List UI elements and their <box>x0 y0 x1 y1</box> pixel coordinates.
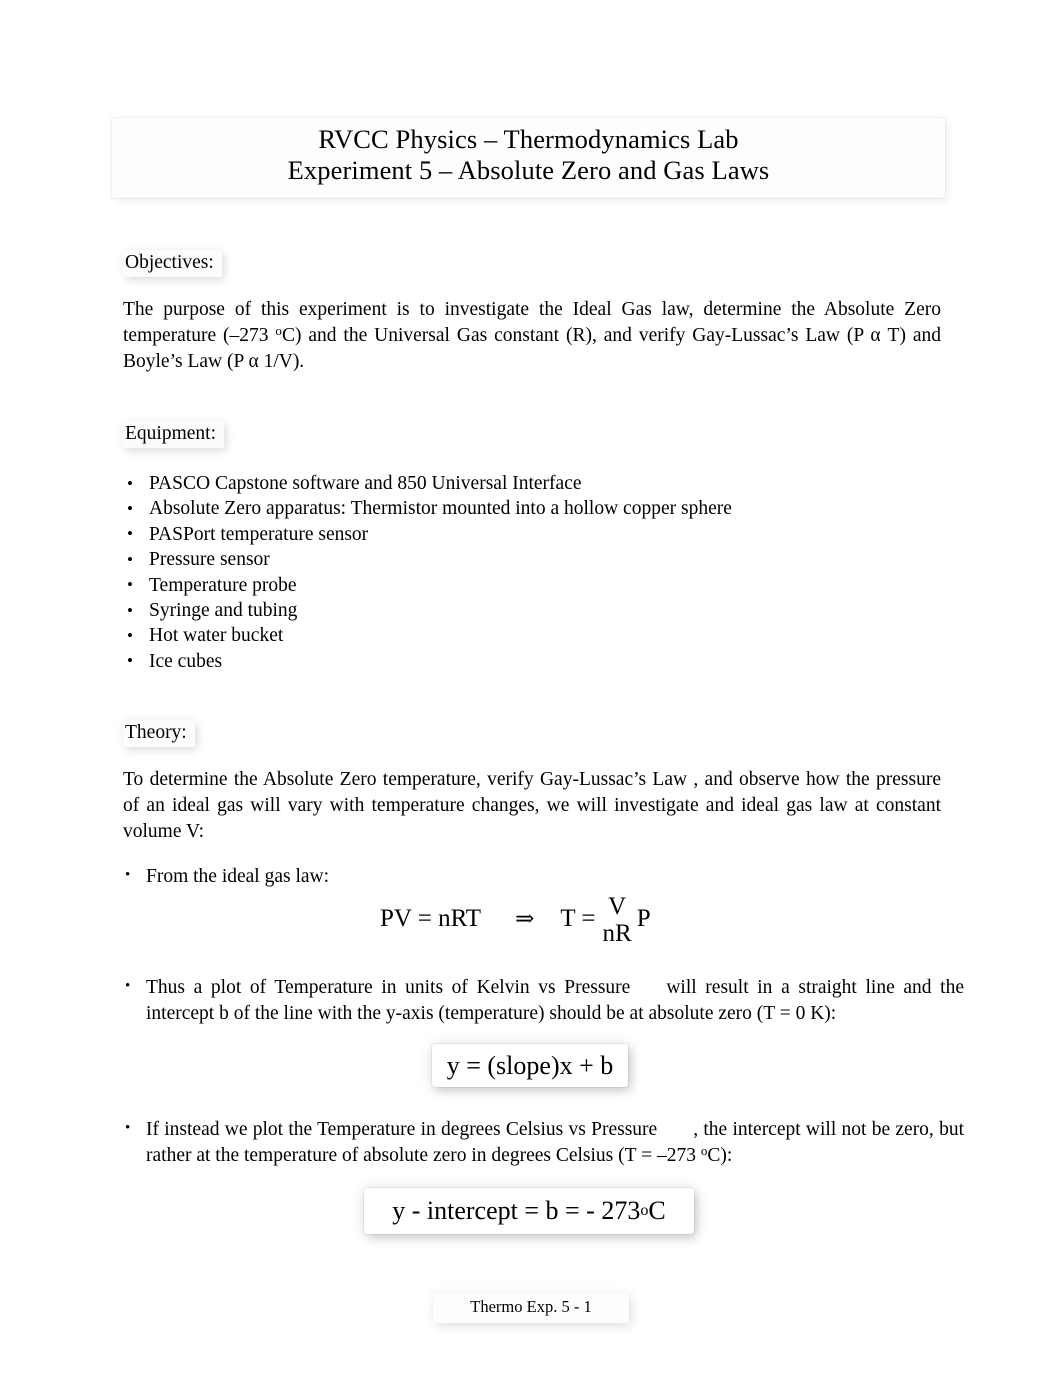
list-item: Absolute Zero apparatus: Thermistor moun… <box>126 496 926 522</box>
list-item: PASPort temperature sensor <box>126 521 926 547</box>
celsius-plot-text-part2b: C): <box>707 1144 733 1166</box>
list-item: PASCO Capstone software and 850 Universa… <box>126 470 926 496</box>
list-item: Syringe and tubing <box>126 598 926 624</box>
page-title: RVCC Physics – Thermodynamics Lab Experi… <box>112 124 945 186</box>
list-item: Ice cubes <box>126 648 926 674</box>
equation-y-intercept: y - intercept = b = - 273 oC <box>364 1188 694 1234</box>
equation-rhs-lead: T = <box>560 905 596 932</box>
objectives-paragraph: The purpose of this experiment is to inv… <box>123 297 941 374</box>
equation-ideal-gas-law: PV = nRT ⇒ T = V nR P <box>380 893 651 946</box>
equation-slope-intercept: y = (slope)x + b <box>432 1044 628 1087</box>
title-line-1: RVCC Physics – Thermodynamics Lab <box>318 124 739 154</box>
implies-arrow-icon: ⇒ <box>515 906 535 931</box>
objectives-heading: Objectives: <box>123 250 222 277</box>
equipment-heading: Equipment: <box>123 421 224 448</box>
title-line-2: Experiment 5 – Absolute Zero and Gas Law… <box>287 155 770 185</box>
theory-bullet-kelvin-plot: Thus a plot of Temperature in units of K… <box>123 974 964 1027</box>
theory-bullet-celsius-plot: If instead we plot the Temperature in de… <box>123 1116 964 1169</box>
list-item: Temperature probe <box>126 572 926 598</box>
page-footer: Thermo Exp. 5 - 1 <box>433 1293 629 1323</box>
list-item: Pressure sensor <box>126 547 926 573</box>
equation-rhs-tail: P <box>636 905 651 932</box>
kelvin-plot-text-part1: Thus a plot of Temperature in units of K… <box>146 977 631 998</box>
theory-bullet-ideal-gas-law: From the ideal gas law: <box>123 863 964 890</box>
equation-slope-text: y = (slope)x + b <box>446 1050 614 1080</box>
equation-y-intercept-part2: C <box>648 1196 666 1225</box>
fraction-v-over-nr: V nR <box>603 894 632 946</box>
document-page: RVCC Physics – Thermodynamics Lab Experi… <box>0 0 1062 1377</box>
fraction-numerator: V <box>608 893 627 920</box>
equipment-list: PASCO Capstone software and 850 Universa… <box>126 470 926 674</box>
celsius-plot-text-part1: If instead we plot the Temperature in de… <box>146 1119 658 1140</box>
fraction-denominator: nR <box>602 920 632 947</box>
theory-intro-paragraph: To determine the Absolute Zero temperatu… <box>123 769 941 842</box>
theory-heading: Theory: <box>123 720 195 747</box>
list-item: Hot water bucket <box>126 623 926 649</box>
equation-lhs: PV = nRT <box>380 905 482 932</box>
equation-y-intercept-part1: y - intercept = b = - 273 <box>392 1196 641 1225</box>
